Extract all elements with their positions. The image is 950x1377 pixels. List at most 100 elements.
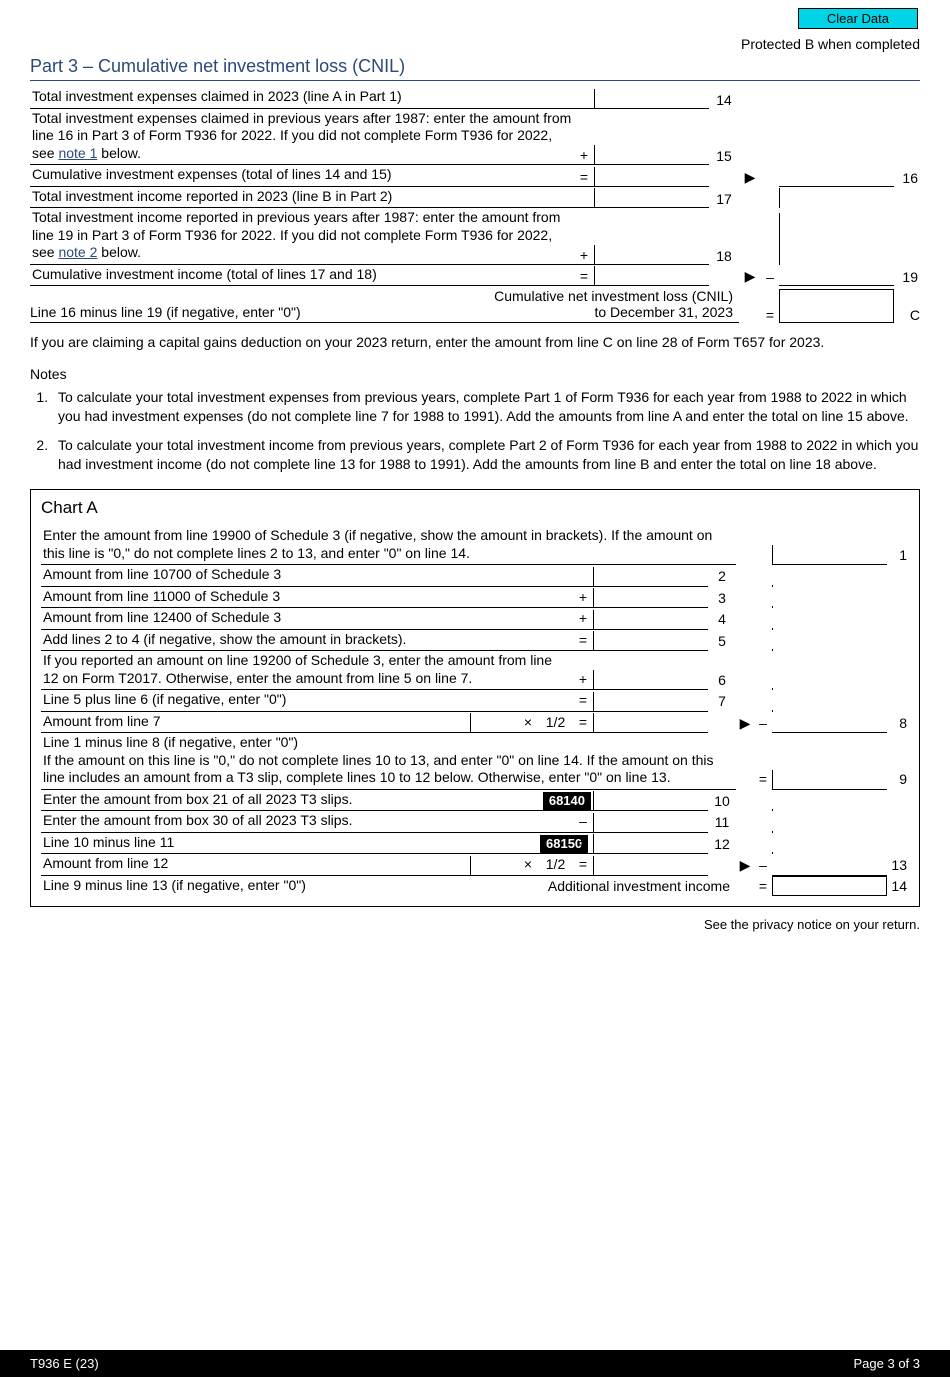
arrow-icon: ▶ bbox=[739, 168, 761, 187]
chart-line-11-field[interactable] bbox=[593, 813, 708, 833]
arrow-icon: ▶ bbox=[736, 714, 754, 734]
chart-line-10-num: 10 bbox=[708, 792, 736, 812]
equals-icon: = bbox=[573, 713, 593, 734]
chart-line-9-text: Line 1 minus line 8 (if negative, enter … bbox=[41, 733, 736, 790]
line-16-row: Cumulative investment expenses (total of… bbox=[30, 165, 920, 187]
equals-icon: = bbox=[573, 631, 593, 652]
chart-line-1-num: 1 bbox=[887, 546, 909, 566]
chart-line-10-text: Enter the amount from box 21 of all 2023… bbox=[41, 790, 538, 812]
chart-line-12-num: 12 bbox=[708, 835, 736, 855]
chart-line-6-num: 6 bbox=[708, 671, 736, 691]
privacy-notice: See the privacy notice on your return. bbox=[30, 917, 920, 932]
equals-icon: = bbox=[573, 691, 593, 712]
line-16-field-a[interactable] bbox=[594, 167, 709, 187]
line-15-text: Total investment expenses claimed in pre… bbox=[30, 109, 574, 166]
line-18-num: 18 bbox=[709, 247, 739, 265]
chart-line-8-field-b[interactable] bbox=[772, 713, 887, 733]
line-17-row: Total investment income reported in 2023… bbox=[30, 187, 920, 209]
chart-line-10-field[interactable] bbox=[593, 791, 708, 811]
line-19-field-b[interactable] bbox=[779, 266, 894, 286]
chart-line-7-text: Line 5 plus line 6 (if negative, enter "… bbox=[41, 690, 573, 712]
chart-line-14-text: Line 9 minus line 13 (if negative, enter… bbox=[41, 876, 470, 897]
arrow-icon: ▶ bbox=[739, 267, 761, 286]
chart-line-8-field[interactable] bbox=[593, 713, 708, 733]
chart-line-9-field[interactable] bbox=[772, 770, 887, 790]
line-c-row: Line 16 minus line 19 (if negative, ente… bbox=[30, 288, 920, 323]
equals-icon: = bbox=[573, 855, 593, 876]
half-label: 1/2 bbox=[538, 713, 573, 734]
chart-line-6-field[interactable] bbox=[593, 670, 708, 690]
line-19-field-a[interactable] bbox=[594, 266, 709, 286]
line-c-field[interactable] bbox=[779, 289, 894, 323]
chart-line-12-field[interactable] bbox=[593, 834, 708, 854]
line-18-row: Total investment income reported in prev… bbox=[30, 208, 920, 265]
part3-instruction: If you are claiming a capital gains dedu… bbox=[30, 333, 920, 352]
chart-line-8-amt[interactable] bbox=[470, 713, 518, 733]
chart-line-3-field[interactable] bbox=[593, 588, 708, 608]
minus-icon: – bbox=[761, 268, 779, 286]
chart-line-2-field[interactable] bbox=[593, 567, 708, 587]
chart-line-8-num: 8 bbox=[887, 714, 909, 734]
multiply-icon: × bbox=[518, 713, 538, 734]
line-c-left: Line 16 minus line 19 (if negative, ente… bbox=[30, 304, 439, 323]
line-17-num: 17 bbox=[709, 190, 739, 208]
chart-line-13-field[interactable] bbox=[593, 856, 708, 876]
chart-line-11-text: Enter the amount from box 30 of all 2023… bbox=[41, 811, 573, 833]
line-c-letter: C bbox=[894, 307, 920, 323]
line-17-text: Total investment income reported in 2023… bbox=[30, 187, 574, 209]
chart-line-11-num: 11 bbox=[708, 813, 736, 833]
line-15-field[interactable] bbox=[594, 145, 709, 165]
line-15-num: 15 bbox=[709, 147, 739, 165]
line-18-field[interactable] bbox=[594, 245, 709, 265]
line-17-field[interactable] bbox=[594, 188, 709, 208]
note-1-link[interactable]: note 1 bbox=[58, 145, 97, 161]
line-14-text: Total investment expenses claimed in 202… bbox=[30, 87, 574, 109]
line-16-num: 16 bbox=[894, 169, 920, 187]
chart-line-7-field[interactable] bbox=[593, 692, 708, 712]
plus-icon: + bbox=[573, 670, 593, 691]
part3-title: Part 3 – Cumulative net investment loss … bbox=[30, 56, 920, 81]
cnil-label1: Cumulative net investment loss (CNIL) bbox=[439, 288, 733, 304]
chart-line-8: Amount from line 7 × 1/2 = ▶ – 8 bbox=[41, 712, 909, 734]
line-19-row: Cumulative investment income (total of l… bbox=[30, 265, 920, 287]
note-2-link[interactable]: note 2 bbox=[58, 244, 97, 260]
plus-icon: + bbox=[574, 246, 594, 265]
chart-line-1-text: Enter the amount from line 19900 of Sche… bbox=[41, 526, 736, 565]
note-2: To calculate your total investment incom… bbox=[52, 436, 920, 474]
clear-data-button[interactable]: Clear Data bbox=[798, 8, 918, 29]
chart-line-6: If you reported an amount on line 19200 … bbox=[41, 651, 909, 690]
chart-a-title: Chart A bbox=[41, 498, 909, 518]
line-15-row: Total investment expenses claimed in pre… bbox=[30, 109, 920, 166]
line-16-text: Cumulative investment expenses (total of… bbox=[30, 165, 574, 187]
chart-line-3-num: 3 bbox=[708, 589, 736, 609]
chart-line-13-field-b[interactable] bbox=[772, 856, 887, 876]
chart-line-14: Line 9 minus line 13 (if negative, enter… bbox=[41, 876, 909, 897]
chart-line-12-text: Line 10 minus line 11 bbox=[41, 833, 538, 855]
plus-icon: + bbox=[573, 588, 593, 609]
line-19-text: Cumulative investment income (total of l… bbox=[30, 265, 574, 287]
chart-line-2-text: Amount from line 10700 of Schedule 3 bbox=[41, 565, 573, 587]
chart-line-5-field[interactable] bbox=[593, 631, 708, 651]
line-14-row: Total investment expenses claimed in 202… bbox=[30, 87, 920, 109]
chart-line-13-num: 13 bbox=[887, 856, 909, 876]
chart-line-1-field[interactable] bbox=[772, 545, 887, 565]
plus-icon: + bbox=[573, 609, 593, 630]
chart-line-14-field[interactable] bbox=[772, 876, 887, 896]
form-id: T936 E (23) bbox=[30, 1356, 99, 1371]
chart-line-10: Enter the amount from box 21 of all 2023… bbox=[41, 790, 909, 812]
chart-line-14-num: 14 bbox=[887, 877, 909, 897]
page-footer: T936 E (23) Page 3 of 3 bbox=[0, 1350, 950, 1377]
arrow-icon: ▶ bbox=[736, 856, 754, 876]
plus-icon: + bbox=[574, 146, 594, 165]
chart-line-3: Amount from line 11000 of Schedule 3 + 3 bbox=[41, 587, 909, 609]
chart-line-3-text: Amount from line 11000 of Schedule 3 bbox=[41, 587, 573, 609]
line-14-num: 14 bbox=[709, 91, 739, 109]
line-16-field-b[interactable] bbox=[779, 167, 894, 187]
chart-line-13-amt[interactable] bbox=[470, 856, 518, 876]
chart-line-4-field[interactable] bbox=[593, 610, 708, 630]
half-label: 1/2 bbox=[538, 855, 573, 876]
chart-line-1: Enter the amount from line 19900 of Sche… bbox=[41, 526, 909, 565]
line-14-field[interactable] bbox=[594, 89, 709, 109]
equals-icon: = bbox=[754, 770, 772, 790]
chart-line-4: Amount from line 12400 of Schedule 3 + 4 bbox=[41, 608, 909, 630]
